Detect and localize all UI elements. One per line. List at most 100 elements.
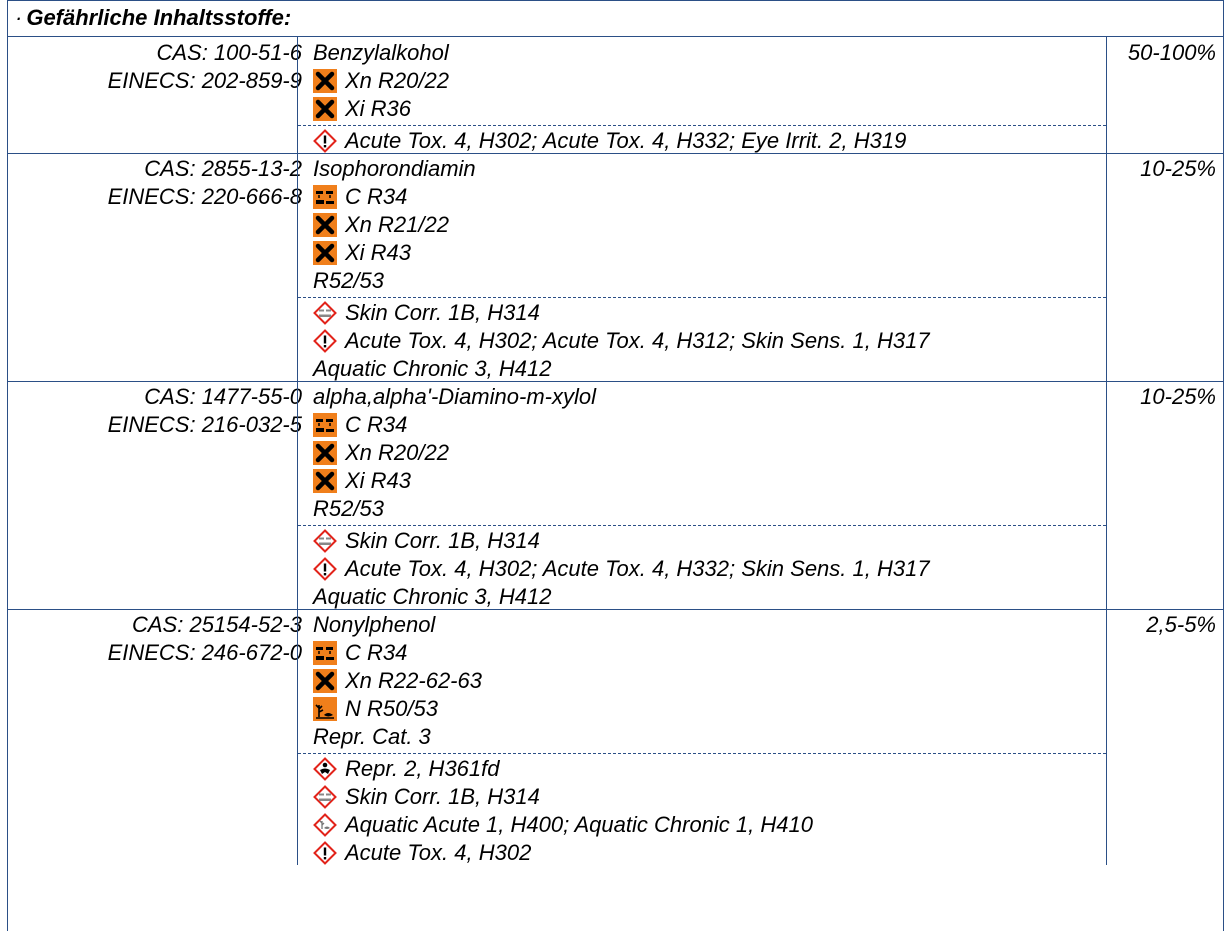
clp-classification-text: Repr. 2, H361fd <box>345 756 500 781</box>
substance-name: Nonylphenol <box>313 612 436 637</box>
dsd-classification: Xi R43 <box>313 239 411 267</box>
dsd-classification: R52/53 <box>313 495 384 523</box>
concentration: 50-100% <box>1127 40 1216 65</box>
clp-classification: Aquatic Acute 1, H400; Aquatic Chronic 1… <box>313 811 813 839</box>
column-divider-identifiers <box>297 37 298 153</box>
clp-classification: Skin Corr. 1B, H314 <box>313 299 540 327</box>
clp-classification: Acute Tox. 4, H302 <box>313 839 531 867</box>
harmful-x-icon <box>313 441 337 465</box>
concentration: 2,5-5% <box>1146 612 1216 637</box>
clp-classification: Acute Tox. 4, H302; Acute Tox. 4, H312; … <box>313 327 930 355</box>
concentration: 10-25% <box>1140 156 1216 181</box>
dsd-clp-separator <box>298 753 1106 754</box>
dsd-classification: C R34 <box>313 411 407 439</box>
clp-classification: Skin Corr. 1B, H314 <box>313 783 540 811</box>
harmful-x-icon <box>313 97 337 121</box>
dsd-classification: Xn R22-62-63 <box>313 667 482 695</box>
corrosion-diamond-icon <box>313 301 337 325</box>
clp-classification: Skin Corr. 1B, H314 <box>313 527 540 555</box>
cas-number: CAS: 100-51-6 <box>156 40 302 65</box>
substance-name: Benzylalkohol <box>313 40 449 65</box>
dsd-classification-text: C R34 <box>345 184 408 209</box>
column-divider-identifiers <box>297 153 298 381</box>
dsd-classification-text: Xi R36 <box>345 96 412 121</box>
clp-classification-text: Acute Tox. 4, H302; Acute Tox. 4, H332; … <box>345 128 907 153</box>
row-divider <box>7 153 1224 154</box>
dsd-classification: Xn R20/22 <box>313 67 449 95</box>
clp-classification-text: Acute Tox. 4, H302; Acute Tox. 4, H332; … <box>345 556 930 581</box>
exclamation-diamond-icon <box>313 841 337 865</box>
ingredient-row: CAS: 1477-55-0 EINECS: 216-032-5 10-25% alp… <box>7 381 1224 609</box>
dsd-classification-text: Xn R20/22 <box>345 68 449 93</box>
ingredient-row: CAS: 100-51-6 EINECS: 202-859-9 50-100% Ben… <box>7 37 1224 153</box>
dsd-classification-text: Xi R43 <box>345 240 412 265</box>
column-divider-identifiers <box>297 609 298 865</box>
column-divider-concentration <box>1106 153 1107 381</box>
harmful-x-icon <box>313 469 337 493</box>
dsd-classification: Xn R21/22 <box>313 211 449 239</box>
dsd-clp-separator <box>298 297 1106 298</box>
ingredient-row: CAS: 2855-13-2 EINECS: 220-666-8 10-25% Iso… <box>7 153 1224 381</box>
dsd-classification: Xi R36 <box>313 95 411 123</box>
dsd-classification: Xi R43 <box>313 467 411 495</box>
column-divider-concentration <box>1106 609 1107 865</box>
dsd-classification-text: R52/53 <box>313 496 384 521</box>
dsd-classification-text: C R34 <box>345 412 408 437</box>
dsd-classification-text: R52/53 <box>313 268 384 293</box>
health-hazard-diamond-icon <box>313 757 337 781</box>
dsd-classification: Repr. Cat. 3 <box>313 723 431 751</box>
dsd-classification-text: Repr. Cat. 3 <box>313 724 431 749</box>
environment-hazard-icon <box>313 697 337 721</box>
substance-name: Isophorondiamin <box>313 156 476 181</box>
corrosive-icon <box>313 413 337 437</box>
corrosive-icon <box>313 185 337 209</box>
corrosion-diamond-icon <box>313 529 337 553</box>
corrosion-diamond-icon <box>313 785 337 809</box>
dsd-classification: C R34 <box>313 183 407 211</box>
clp-classification-text: Aquatic Chronic 3, H412 <box>313 584 552 609</box>
dsd-classification: N R50/53 <box>313 695 438 723</box>
section-title: Gefährliche Inhaltsstoffe: <box>26 5 292 30</box>
einecs-number: EINECS: 246-672-0 <box>107 640 302 665</box>
environment-diamond-icon <box>313 813 337 837</box>
exclamation-diamond-icon <box>313 557 337 581</box>
clp-classification: Aquatic Chronic 3, H412 <box>313 355 551 383</box>
harmful-x-icon <box>313 69 337 93</box>
exclamation-diamond-icon <box>313 329 337 353</box>
section-bullet: · <box>15 5 23 30</box>
dsd-clp-separator <box>298 525 1106 526</box>
harmful-x-icon <box>313 241 337 265</box>
column-divider-identifiers <box>297 381 298 609</box>
column-divider-concentration <box>1106 37 1107 153</box>
einecs-number: EINECS: 202-859-9 <box>107 68 302 93</box>
dsd-classification: Xn R20/22 <box>313 439 449 467</box>
corrosive-icon <box>313 641 337 665</box>
section-header: · Gefährliche Inhaltsstoffe: <box>7 0 1224 37</box>
clp-classification-text: Aquatic Acute 1, H400; Aquatic Chronic 1… <box>345 812 813 837</box>
dsd-clp-separator <box>298 125 1106 126</box>
clp-classification-text: Skin Corr. 1B, H314 <box>345 784 540 809</box>
dsd-classification-text: Xn R21/22 <box>345 212 449 237</box>
dsd-classification-text: N R50/53 <box>345 696 438 721</box>
harmful-x-icon <box>313 213 337 237</box>
dsd-classification-text: Xn R22-62-63 <box>345 668 482 693</box>
dsd-classification-text: Xn R20/22 <box>345 440 449 465</box>
dsd-classification: C R34 <box>313 639 407 667</box>
dsd-classification-text: C R34 <box>345 640 408 665</box>
cas-number: CAS: 25154-52-3 <box>132 612 302 637</box>
dsd-classification-text: Xi R43 <box>345 468 412 493</box>
clp-classification-text: Skin Corr. 1B, H314 <box>345 528 540 553</box>
concentration: 10-25% <box>1140 384 1216 409</box>
clp-classification: Repr. 2, H361fd <box>313 755 500 783</box>
harmful-x-icon <box>313 669 337 693</box>
clp-classification-text: Skin Corr. 1B, H314 <box>345 300 540 325</box>
row-divider <box>7 381 1224 382</box>
einecs-number: EINECS: 220-666-8 <box>107 184 302 209</box>
row-divider <box>7 609 1224 610</box>
clp-classification: Acute Tox. 4, H302; Acute Tox. 4, H332; … <box>313 127 906 155</box>
ingredient-row: CAS: 25154-52-3 EINECS: 246-672-0 2,5-5% No… <box>7 609 1224 865</box>
clp-classification-text: Acute Tox. 4, H302 <box>345 840 532 865</box>
cas-number: CAS: 2855-13-2 <box>144 156 302 181</box>
substance-name: alpha,alpha'-Diamino-m-xylol <box>313 384 596 409</box>
exclamation-diamond-icon <box>313 129 337 153</box>
